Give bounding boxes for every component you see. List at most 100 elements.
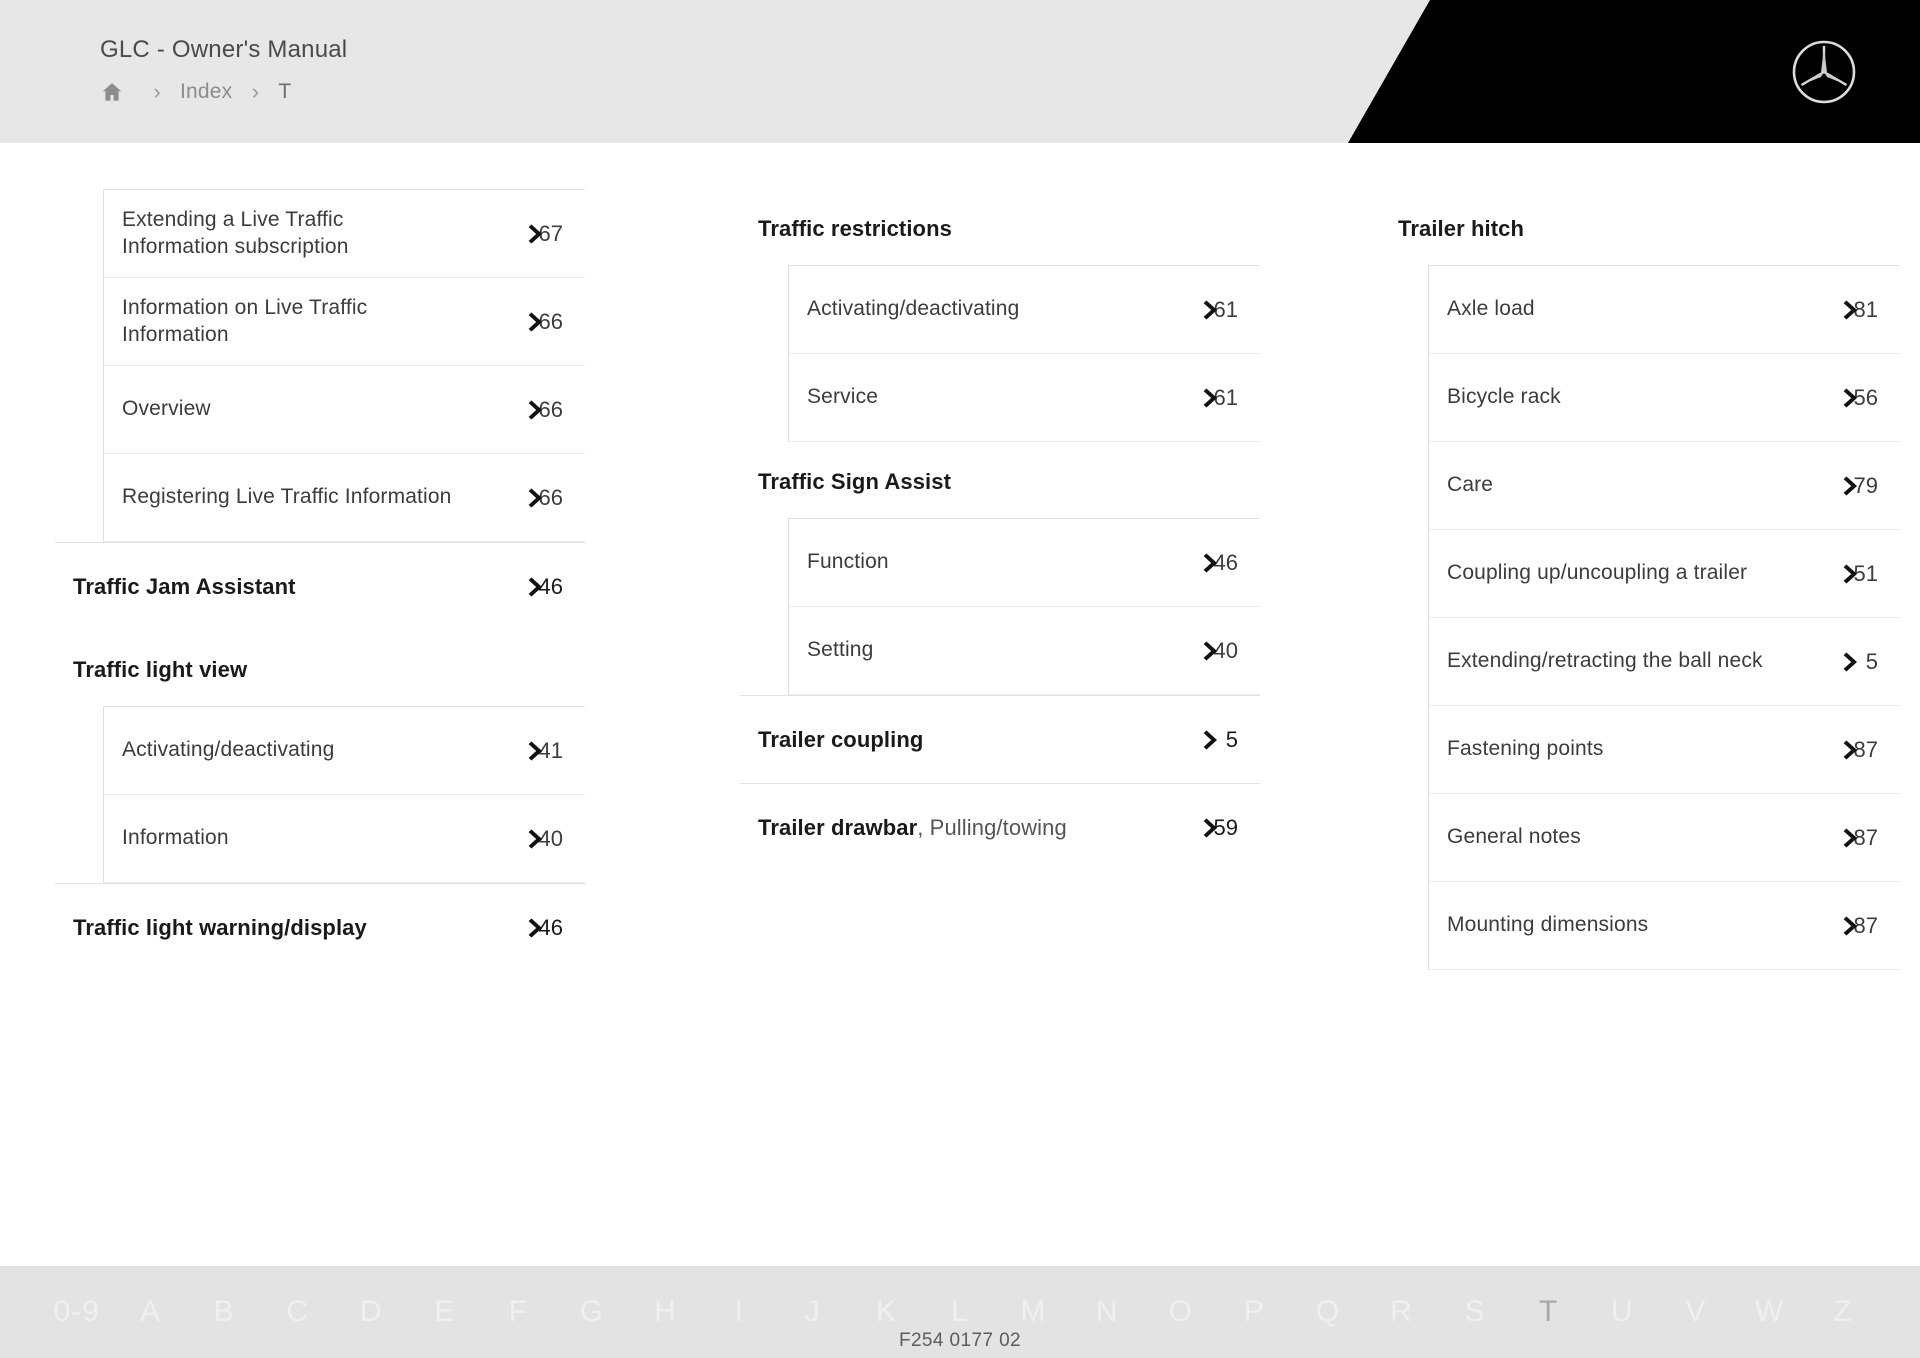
page-number: 61 (1213, 384, 1238, 410)
index-heading-row[interactable]: Trailer hitch (1380, 189, 1900, 265)
alphabet-link-g[interactable]: G (555, 1297, 629, 1327)
page-reference[interactable]: 5 (1824, 645, 1878, 679)
index-sublist: Extending a Live Traffic Information sub… (103, 189, 585, 542)
index-entry-row[interactable]: Extending/retracting the ball neck 5 (1429, 618, 1900, 706)
index-entry-row[interactable]: Care 79 (1429, 442, 1900, 530)
page-reference[interactable]: 66 (509, 305, 563, 339)
index-heading-label: Trailer coupling (758, 726, 924, 752)
index-entry-label: Axle load (1447, 297, 1535, 321)
alphabet-link-09[interactable]: 0-9 (40, 1297, 114, 1327)
index-group: Traffic light view Activating/deactivatin… (55, 630, 585, 883)
page-reference[interactable]: 61 (1184, 293, 1238, 327)
index-column-body: Extending a Live Traffic Information sub… (55, 189, 585, 971)
index-heading-label: Trailer drawbar, Pulling/towing (758, 814, 1067, 840)
alphabet-link-v[interactable]: V (1659, 1297, 1733, 1327)
alphabet-link-s[interactable]: S (1438, 1297, 1512, 1327)
index-column-body: Trailer hitch Axle load 81 Bicycle rack 56 Ca… (1380, 189, 1900, 970)
index-heading-row[interactable]: Trailer coupling 5 (740, 695, 1260, 783)
index-heading-row[interactable]: Traffic light warning/display 46 (55, 883, 585, 971)
index-entry-label: Extending/retracting the ball neck (1447, 649, 1763, 673)
alphabet-link-t[interactable]: T (1512, 1297, 1586, 1327)
page-reference[interactable]: 56 (1824, 381, 1878, 415)
document-code: F254 0177 02 (898, 1330, 1022, 1351)
index-entry-row[interactable]: Activating/deactivating 41 (104, 707, 585, 795)
index-heading-row[interactable]: Traffic restrictions (740, 189, 1260, 265)
index-entry-row[interactable]: Extending a Live Traffic Information sub… (104, 190, 585, 278)
alphabet-link-e[interactable]: E (408, 1297, 482, 1327)
alphabet-link-m[interactable]: M (997, 1297, 1071, 1327)
page-reference[interactable]: 66 (509, 481, 563, 515)
page-reference[interactable]: 46 (1184, 546, 1238, 580)
page-reference[interactable]: 81 (1824, 293, 1878, 327)
page-reference[interactable]: 5 (1184, 723, 1238, 757)
alphabet-link-f[interactable]: F (482, 1297, 556, 1327)
breadcrumb: › Index › T (100, 80, 291, 104)
alphabet-link-i[interactable]: I (702, 1297, 776, 1327)
alphabet-link-r[interactable]: R (1365, 1297, 1439, 1327)
page-number: 79 (1853, 472, 1878, 498)
index-heading-row[interactable]: Traffic Jam Assistant 46 (55, 542, 585, 630)
index-entry-label: Activating/deactivating (122, 738, 335, 762)
index-entry-row[interactable]: Activating/deactivating 61 (789, 266, 1260, 354)
page-number: 61 (1213, 296, 1238, 322)
alphabet-link-d[interactable]: D (334, 1297, 408, 1327)
alphabet-link-q[interactable]: Q (1291, 1297, 1365, 1327)
index-group: Traffic light warning/display 46 (55, 883, 585, 971)
page-reference[interactable]: 87 (1824, 821, 1878, 855)
page-reference[interactable]: 67 (509, 217, 563, 251)
page-reference[interactable]: 66 (509, 393, 563, 427)
index-entry-row[interactable]: Setting 40 (789, 607, 1260, 695)
page-number: 66 (538, 308, 563, 334)
alphabet-link-l[interactable]: L (923, 1297, 997, 1327)
index-content: Extending a Live Traffic Information sub… (0, 143, 1920, 1266)
index-entry-row[interactable]: Registering Live Traffic Information 66 (104, 454, 585, 542)
alphabet-link-o[interactable]: O (1144, 1297, 1218, 1327)
alphabet-link-k[interactable]: K (850, 1297, 924, 1327)
index-entry-row[interactable]: General notes 87 (1429, 794, 1900, 882)
index-entry-row[interactable]: Fastening points 87 (1429, 706, 1900, 794)
index-entry-row[interactable]: Information on Live Traffic Information 6… (104, 278, 585, 366)
breadcrumb-separator-2: › (251, 79, 260, 104)
alphabet-link-c[interactable]: C (261, 1297, 335, 1327)
page-reference[interactable]: 61 (1184, 381, 1238, 415)
index-entry-row[interactable]: Information 40 (104, 795, 585, 883)
page-reference[interactable]: 41 (509, 734, 563, 768)
index-entry-row[interactable]: Coupling up/uncoupling a trailer 51 (1429, 530, 1900, 618)
alphabet-link-n[interactable]: N (1070, 1297, 1144, 1327)
page-reference[interactable]: 40 (509, 822, 563, 856)
page-number: 59 (1213, 814, 1238, 840)
page-reference[interactable]: 87 (1824, 733, 1878, 767)
index-entry-row[interactable]: Mounting dimensions 87 (1429, 882, 1900, 970)
alphabet-link-h[interactable]: H (629, 1297, 703, 1327)
alphabet-link-u[interactable]: U (1585, 1297, 1659, 1327)
index-heading-row[interactable]: Traffic Sign Assist (740, 442, 1260, 518)
page-reference[interactable]: 79 (1824, 469, 1878, 503)
alphabet-link-b[interactable]: B (187, 1297, 261, 1327)
index-entry-row[interactable]: Axle load 81 (1429, 266, 1900, 354)
page-reference[interactable]: 40 (1184, 634, 1238, 668)
alphabet-link-j[interactable]: J (776, 1297, 850, 1327)
page-number: 56 (1853, 384, 1878, 410)
index-entry-row[interactable]: Service 61 (789, 354, 1260, 442)
index-heading-label: Traffic restrictions (758, 216, 952, 242)
page-reference[interactable]: 51 (1824, 557, 1878, 591)
page-reference[interactable]: 46 (509, 911, 563, 945)
alphabet-link-w[interactable]: W (1733, 1297, 1807, 1327)
alphabet-index-footer: 0-9 A B C D E F G H I J K L M N O P Q R S T U V W Z F254 0177 02 (0, 1266, 1920, 1358)
alphabet-link-z[interactable]: Z (1806, 1297, 1880, 1327)
index-entry-row[interactable]: Overview 66 (104, 366, 585, 454)
alphabet-link-p[interactable]: P (1218, 1297, 1292, 1327)
page-header: GLC - Owner's Manual › Index › T (0, 0, 1920, 143)
alphabet-link-a[interactable]: A (114, 1297, 188, 1327)
index-group: Traffic Jam Assistant 46 (55, 542, 585, 630)
page-reference[interactable]: 59 (1184, 811, 1238, 845)
index-entry-row[interactable]: Function 46 (789, 519, 1260, 607)
index-entry-row[interactable]: Bicycle rack 56 (1429, 354, 1900, 442)
index-heading-row[interactable]: Trailer drawbar, Pulling/towing 59 (740, 783, 1260, 871)
breadcrumb-item-index[interactable]: Index (180, 80, 232, 104)
page-reference[interactable]: 46 (509, 570, 563, 604)
index-heading-row[interactable]: Traffic light view (55, 630, 585, 706)
page-number: 41 (538, 737, 563, 763)
home-icon[interactable] (100, 80, 134, 104)
page-reference[interactable]: 87 (1824, 909, 1878, 943)
